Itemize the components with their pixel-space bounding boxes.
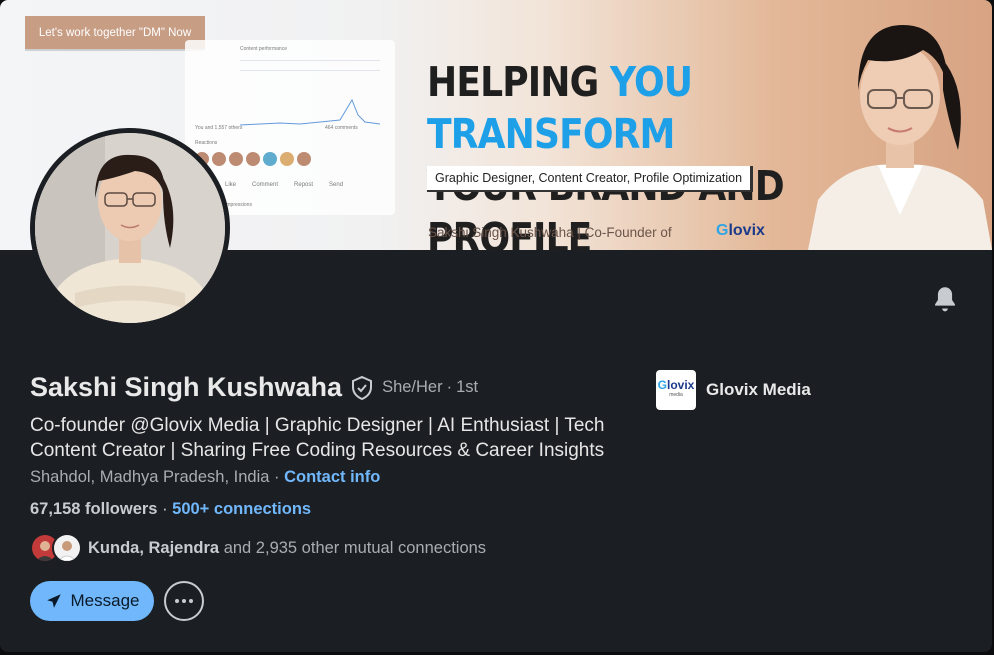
bell-icon (935, 287, 955, 312)
mock-chart (240, 98, 380, 126)
banner-subtag: Graphic Designer, Content Creator, Profi… (427, 166, 754, 192)
current-company[interactable]: Glovix media Glovix Media (656, 370, 811, 410)
connections-link[interactable]: 500+ connections (172, 500, 311, 518)
profile-headline: Co-founder @Glovix Media | Graphic Desig… (30, 415, 605, 461)
verified-shield-icon[interactable] (350, 375, 374, 401)
mock-reaction-avatars (195, 152, 311, 166)
banner-portrait (808, 25, 992, 250)
profile-avatar[interactable] (35, 133, 225, 323)
company-name: Glovix Media (706, 380, 811, 399)
name-row: Sakshi Singh Kushwaha She/Her · 1st (30, 372, 478, 403)
banner-glovix-logo: Glovix (716, 222, 765, 239)
company-logo: Glovix media (656, 370, 696, 410)
location: Shahdol, Madhya Pradesh, India (30, 468, 270, 486)
profile-card: Let's work together "DM" Now Content per… (0, 0, 992, 652)
mock-post-comments: 464 comments (325, 125, 358, 131)
mutual-avatar (52, 533, 82, 563)
send-icon (46, 594, 61, 608)
mock-post-actions: Like Comment Repost Send (225, 182, 344, 188)
mock-post-reactions-line: You and 1,557 others (195, 125, 243, 131)
message-button[interactable]: Message (30, 581, 154, 621)
ellipsis-icon (175, 599, 193, 603)
mock-post-title: Content performance (240, 46, 287, 52)
mock-post-impressions: Impressions (225, 202, 252, 208)
mutual-connections[interactable]: Kunda, Rajendra and 2,935 other mutual c… (30, 533, 486, 563)
followers-row: 67,158 followers · 500+ connections (30, 500, 312, 518)
banner-tag-chip: Let's work together "DM" Now (25, 16, 205, 49)
profile-photo (35, 133, 225, 323)
mutual-connections-text: Kunda, Rajendra and 2,935 other mutual c… (88, 538, 487, 557)
profile-name: Sakshi Singh Kushwaha (30, 372, 343, 402)
connection-degree: 1st (456, 378, 479, 396)
banner-byline: Sakshi Singh Kushwaha | Co-Founder of (428, 225, 672, 240)
notification-bell-button[interactable] (928, 283, 962, 317)
location-row: Shahdol, Madhya Pradesh, India · Contact… (30, 468, 381, 486)
banner-headline: HELPING YOU TRANSFORM YOUR BRAND AND PRO… (427, 58, 785, 250)
more-actions-button[interactable] (164, 581, 204, 621)
followers-count: 67,158 followers (30, 500, 158, 518)
mock-post-reactions-label: Reactions (195, 140, 218, 146)
contact-info-link[interactable]: Contact info (284, 468, 380, 486)
message-button-label: Message (70, 591, 140, 610)
pronouns-degree: She/Her · 1st (382, 378, 479, 396)
pronouns: She/Her (382, 378, 443, 396)
